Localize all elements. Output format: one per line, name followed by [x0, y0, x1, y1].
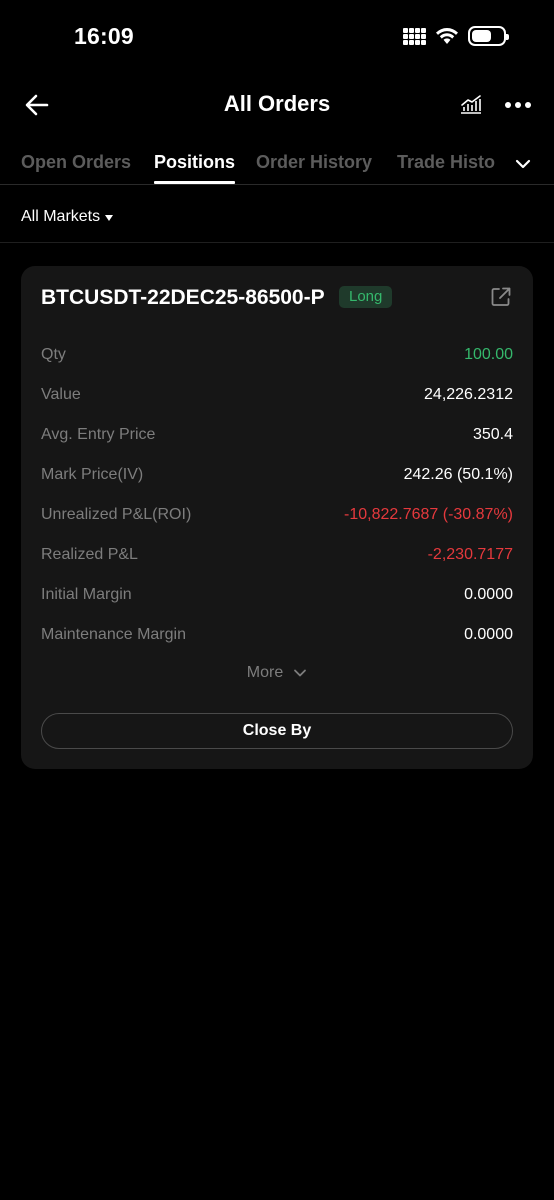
row-value: 242.26 (50.1%)	[403, 466, 513, 483]
more-toggle[interactable]: More	[21, 664, 533, 682]
cellular-signal-icon	[403, 27, 426, 45]
caret-down-icon	[105, 214, 114, 221]
tab-positions[interactable]: Positions	[154, 152, 235, 173]
active-tab-indicator	[154, 181, 235, 184]
battery-icon	[468, 26, 509, 46]
row-label: Maintenance Margin	[41, 626, 186, 643]
tab-scroller: Open Orders Positions Order History Trad…	[0, 145, 500, 185]
chevron-down-icon[interactable]	[514, 157, 532, 171]
row-label: Avg. Entry Price	[41, 426, 156, 443]
row-label: Qty	[41, 346, 66, 363]
more-label: More	[246, 664, 284, 681]
row-value: 350.4	[472, 426, 513, 443]
chart-icon[interactable]	[458, 92, 484, 118]
row-label: Mark Price(IV)	[41, 466, 144, 483]
row-unrealized-pnl: Unrealized P&L(ROI) -10,822.7687 (-30.87…	[41, 506, 513, 530]
row-label: Initial Margin	[41, 586, 132, 603]
tab-bar: Open Orders Positions Order History Trad…	[0, 145, 554, 185]
status-bar: 16:09	[0, 0, 554, 76]
tab-trade-history[interactable]: Trade Histo	[397, 152, 495, 173]
side-badge: Long	[339, 286, 393, 308]
row-label: Value	[41, 386, 81, 403]
row-label: Realized P&L	[41, 546, 138, 563]
position-card: BTCUSDT-22DEC25-86500-P Long Qty 100.00 …	[21, 266, 533, 769]
row-initial-margin: Initial Margin 0.0000	[41, 586, 513, 610]
wifi-icon	[436, 28, 458, 44]
close-by-button[interactable]: Close By	[41, 713, 513, 749]
row-avg-entry-price: Avg. Entry Price 350.4	[41, 426, 513, 450]
market-filter-label: All Markets	[21, 208, 101, 225]
row-value: 100.00	[464, 346, 513, 363]
row-value: 24,226.2312	[424, 386, 513, 403]
row-value: -10,822.7687 (-30.87%)	[344, 506, 513, 523]
status-icons	[403, 26, 509, 46]
row-maintenance-margin: Maintenance Margin 0.0000	[41, 626, 513, 650]
tab-open-orders[interactable]: Open Orders	[21, 152, 131, 173]
status-time: 16:09	[74, 23, 134, 49]
market-filter-dropdown[interactable]: All Markets	[21, 200, 114, 234]
row-value: -2,230.7177	[427, 546, 513, 563]
header: All Orders	[0, 78, 554, 132]
more-dots-icon[interactable]	[503, 92, 533, 118]
tab-order-history[interactable]: Order History	[256, 152, 372, 173]
position-symbol[interactable]: BTCUSDT-22DEC25-86500-P	[41, 286, 325, 310]
divider	[0, 242, 554, 243]
page: 16:09 All Orders Open Orders Positions O…	[0, 0, 554, 1200]
row-mark-price: Mark Price(IV) 242.26 (50.1%)	[41, 466, 513, 490]
row-value-amount: Value 24,226.2312	[41, 386, 513, 410]
external-link-icon[interactable]	[490, 286, 512, 308]
row-qty: Qty 100.00	[41, 346, 513, 370]
row-value: 0.0000	[464, 586, 513, 603]
row-label: Unrealized P&L(ROI)	[41, 506, 192, 523]
chevron-down-icon	[294, 669, 307, 677]
row-realized-pnl: Realized P&L -2,230.7177	[41, 546, 513, 570]
row-value: 0.0000	[464, 626, 513, 643]
